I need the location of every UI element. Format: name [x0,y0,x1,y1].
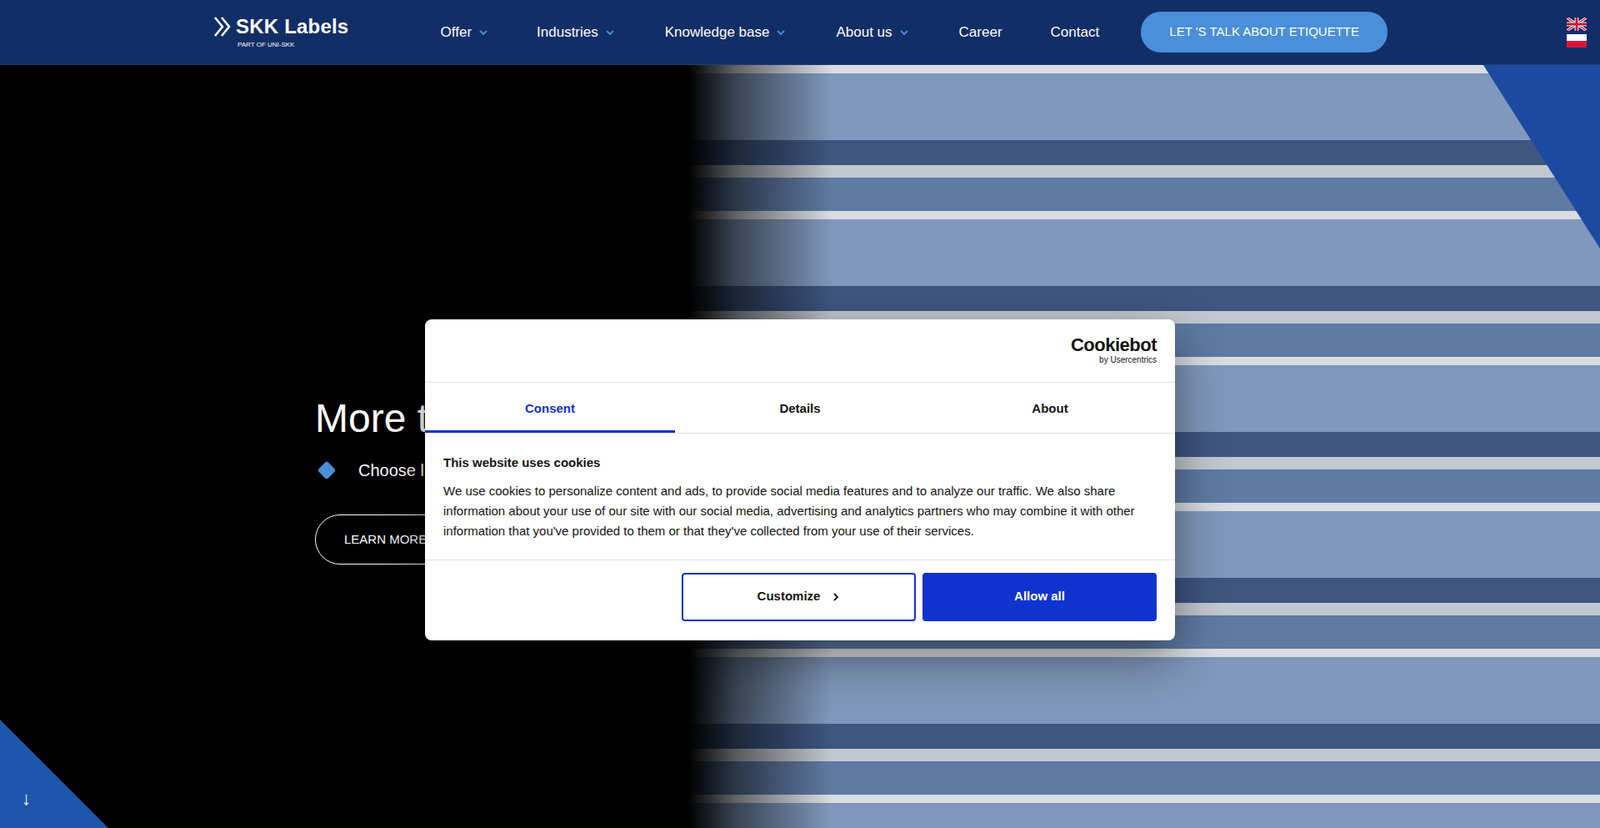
hero: More tChoose lLEARN MORE ↓ Cookiebotby U… [0,65,1600,828]
nav-item[interactable]: Industries [536,21,615,44]
dialog-heading: This website uses cookies [443,453,1157,473]
nav-item[interactable]: About us [835,21,909,44]
site-header: SKK Labels PART OF UNI-SKK Offer Industries… [0,0,1600,65]
dropdown-indicator [598,27,615,38]
brand-sub: by Usercentrics [1099,355,1157,365]
cookie-dialog: Cookiebotby Usercentrics ConsentDetailsAb… [425,319,1175,640]
chevron-down-icon [478,27,489,38]
dropdown-indicator [769,27,786,38]
chevron-down-icon [775,27,786,38]
cta-button[interactable]: LET 'S TALK ABOUT ETIQUETTE [1140,11,1388,53]
learn-more-label: LEARN MORE [344,530,427,550]
logo-row: SKK Labels [212,15,349,38]
dialog-footer: Customize Allow all [425,560,1175,640]
nav-label: About us [835,21,892,44]
chevron-down-icon [899,27,910,38]
uk-flag-icon[interactable] [1566,17,1587,31]
logo[interactable]: SKK Labels PART OF UNI-SKK [212,15,349,49]
nav-item[interactable]: Knowledge base [665,21,787,44]
dialog-header: Cookiebotby Usercentrics [425,319,1175,383]
dropdown-indicator [471,27,489,38]
nav-item[interactable]: Career [959,21,1003,44]
dialog-tab[interactable]: Details [675,382,925,433]
logo-mark-icon [212,15,233,38]
corner-decoration [1483,65,1600,249]
scroll-down-icon[interactable]: ↓ [21,789,31,808]
allow-all-button[interactable]: Allow all [922,572,1157,621]
nav-item[interactable]: Contact [1050,21,1100,44]
cookiebot-logo: Cookiebotby Usercentrics [1070,335,1157,365]
main-nav: Offer Industries Knowledge base About us Car… [390,21,1100,44]
logo-text: SKK Labels [235,16,349,37]
nav-label: Industries [536,21,599,44]
customize-button[interactable]: Customize [681,572,916,621]
dialog-tab[interactable]: Consent [425,382,675,433]
logo-subtitle: PART OF UNI-SKK [237,41,349,49]
scroll-corner [0,719,109,828]
diamond-icon [315,458,339,482]
dialog-text: We use cookies to personalize content an… [443,480,1157,541]
dialog-tabs: ConsentDetailsAbout [425,382,1175,434]
button-label: Customize [757,586,821,606]
nav-label: Knowledge base [665,21,770,44]
dialog-tab[interactable]: About [925,382,1175,433]
dropdown-indicator [892,27,910,38]
nav-label: Contact [1050,21,1100,44]
nav-label: Offer [440,21,472,44]
dialog-body: This website uses cookies We use cookies … [425,433,1175,560]
language-switcher [1566,17,1587,48]
chevron-down-icon [605,27,615,38]
chevron-right-icon [831,591,840,602]
hero-bullet-text: Choose l [358,457,425,483]
nav-item[interactable]: Offer [440,21,489,44]
brand-name: Cookiebot [1070,335,1157,355]
button-label: Allow all [1014,586,1065,606]
nav-label: Career [959,21,1003,44]
pl-flag-icon[interactable] [1566,34,1587,48]
